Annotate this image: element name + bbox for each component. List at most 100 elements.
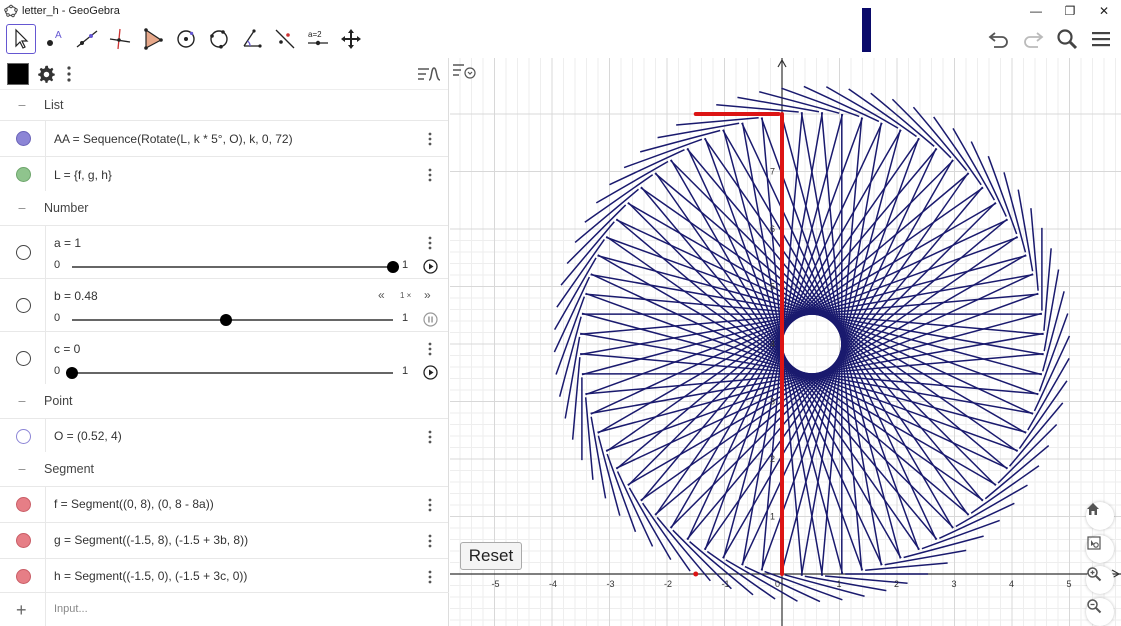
graphics-view[interactable]: -5 -4 -3 -2 -1 0 1 2 3 4 5 1 2 3 4 5 6 7 Reset [450,58,1121,626]
algebra-item-L[interactable]: L = {f, g, h} [0,156,448,191]
definition-text[interactable]: c = 0 [54,342,80,356]
definition-text[interactable]: L = {f, g, h} [54,168,112,182]
point-tool-button[interactable]: A [39,24,69,54]
visibility-toggle-icon[interactable] [16,429,31,444]
more-vertical-icon[interactable] [424,533,436,549]
angle-tool-button[interactable] [237,24,267,54]
visibility-toggle-icon[interactable] [16,167,31,182]
move-graphics-tool-button[interactable] [336,24,366,54]
line-tool-button[interactable] [72,24,102,54]
more-vertical-icon[interactable] [424,429,436,445]
slider-track[interactable] [72,319,393,321]
more-vertical-icon[interactable] [424,167,436,183]
graphics-style-bar-icon[interactable] [450,58,478,82]
home-button[interactable] [1086,502,1114,530]
slider-knob[interactable] [220,314,233,326]
definition-text[interactable]: O = (0.52, 4) [54,429,122,443]
definition-text[interactable]: b = 0.48 [54,289,98,303]
point-icon: A [47,30,62,46]
zoom-out-icon [1087,599,1102,614]
more-vertical-icon[interactable] [424,569,436,585]
definition-text[interactable]: a = 1 [54,236,81,250]
algebra-view: – List AA = Sequence(Rotate(L, k * 5°, O… [0,58,449,626]
sequence-segment [933,116,982,186]
polygon-tool-button[interactable] [138,24,168,54]
play-icon[interactable] [423,365,438,380]
plus-icon[interactable]: + [16,600,27,621]
search-button[interactable] [1053,24,1081,54]
algebra-item-c[interactable]: c = 0 0 1 [0,331,448,384]
slider-a[interactable]: 0 1 [54,259,438,275]
perpendicular-line-tool-button[interactable] [105,24,135,54]
x-tick-label: 0 [775,579,780,589]
algebra-style-bar [0,58,448,90]
more-vertical-icon[interactable] [424,341,436,357]
category-point[interactable]: – Point [0,384,448,418]
slider-b[interactable]: 0 1 [54,312,438,328]
category-list[interactable]: – List [0,90,448,120]
minimize-button[interactable]: — [1019,0,1053,22]
slider-track[interactable] [72,266,393,268]
zoom-in-button[interactable] [1086,566,1114,594]
speed-label[interactable]: 1 × [400,291,411,300]
graphics-canvas[interactable]: -5 -4 -3 -2 -1 0 1 2 3 4 5 1 2 3 4 5 6 7 [450,58,1121,626]
visibility-toggle-icon[interactable] [16,497,31,512]
slider-track[interactable] [72,372,393,374]
sort-icon[interactable] [416,64,442,84]
reset-button[interactable]: Reset [460,542,522,570]
algebra-item-a[interactable]: a = 1 0 1 [0,225,448,278]
category-number[interactable]: – Number [0,191,448,225]
category-label: List [44,98,64,112]
visibility-toggle-icon[interactable] [16,533,31,548]
input-bar[interactable]: + Input... [0,592,449,626]
slider-min: 0 [54,259,61,271]
definition-text[interactable]: g = Segment((-1.5, 8), (-1.5 + 3b, 8)) [54,533,248,547]
faster-icon[interactable]: » [424,288,431,302]
pause-icon[interactable] [423,312,438,327]
visibility-toggle-icon[interactable] [16,298,31,313]
input-field[interactable]: Input... [54,603,88,615]
slider-min: 0 [54,365,61,377]
visibility-toggle-icon[interactable] [16,351,31,366]
undo-button[interactable] [985,24,1013,54]
algebra-item-h[interactable]: h = Segment((-1.5, 0), (-1.5 + 3c, 0)) [0,558,448,594]
play-icon[interactable] [423,259,438,274]
slider-c[interactable]: 0 1 [54,365,438,381]
circle-three-points-tool-button[interactable] [204,24,234,54]
maximize-button[interactable]: ❐ [1053,0,1087,22]
reflect-tool-button[interactable] [270,24,300,54]
slower-icon[interactable]: « [378,288,385,302]
algebra-item-g[interactable]: g = Segment((-1.5, 8), (-1.5 + 3b, 8)) [0,522,448,558]
gear-icon[interactable] [35,63,57,85]
collapse-icon: – [18,462,26,476]
definition-text[interactable]: h = Segment((-1.5, 0), (-1.5 + 3c, 0)) [54,569,247,583]
algebra-item-O[interactable]: O = (0.52, 4) [0,418,448,452]
more-vertical-icon[interactable] [424,131,436,147]
slider-tool-button[interactable]: a=2 [303,24,333,54]
algebra-item-AA[interactable]: AA = Sequence(Rotate(L, k * 5°, O), k, 0… [0,120,448,156]
visibility-toggle-icon[interactable] [16,245,31,260]
slider-knob[interactable] [387,261,399,273]
circle-tool-button[interactable] [171,24,201,54]
algebra-item-b[interactable]: b = 0.48 « 1 × » 0 1 [0,278,448,331]
more-vertical-icon[interactable] [62,64,76,84]
main-menu-button[interactable] [1087,24,1115,54]
more-vertical-icon[interactable] [424,235,436,251]
close-button[interactable]: ✕ [1087,0,1121,22]
visibility-toggle-icon[interactable] [16,131,31,146]
hamburger-menu-icon [1092,32,1110,47]
move-tool-button[interactable] [6,24,36,54]
definition-text[interactable]: f = Segment((0, 8), (0, 8 - 8a)) [54,497,214,511]
more-vertical-icon[interactable] [424,497,436,513]
zoom-out-button[interactable] [1086,598,1114,626]
redo-button[interactable] [1019,24,1047,54]
definition-text[interactable]: AA = Sequence(Rotate(L, k * 5°, O), k, 0… [54,132,293,146]
category-segment[interactable]: – Segment [0,452,448,486]
color-picker-button[interactable] [7,63,29,85]
zoom-in-icon [1087,567,1102,582]
standard-view-button[interactable] [1086,535,1114,563]
algebra-item-f[interactable]: f = Segment((0, 8), (0, 8 - 8a)) [0,486,448,522]
slider-knob[interactable] [66,367,78,379]
reflect-icon [275,29,295,49]
visibility-toggle-icon[interactable] [16,569,31,584]
